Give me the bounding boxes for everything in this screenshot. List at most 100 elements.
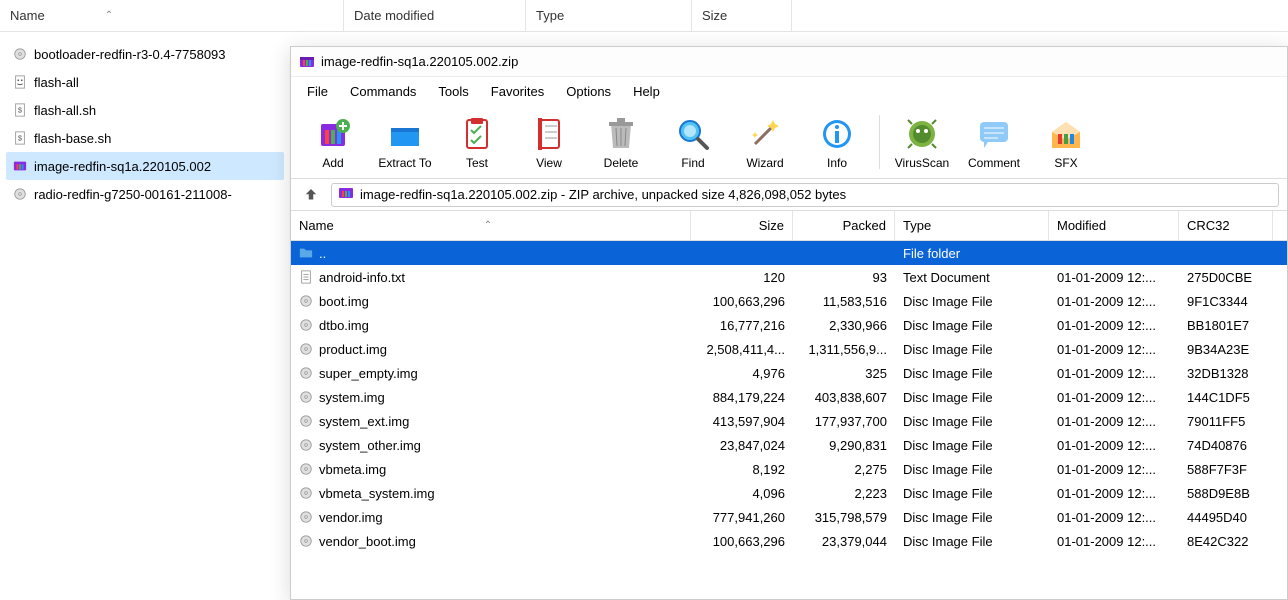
file-crc: BB1801E7 [1179,318,1273,333]
disc-icon [299,318,313,332]
view-icon [529,114,569,154]
column-name[interactable]: Name ⌃ [0,0,344,31]
file-modified: 01-01-2009 12:... [1049,294,1179,309]
file-packed: 2,275 [793,462,895,477]
file-crc: 44495D40 [1179,510,1273,525]
disc-icon [299,486,313,500]
list-row[interactable]: super_empty.img4,976325Disc Image File01… [291,361,1287,385]
titlebar[interactable]: image-redfin-sq1a.220105.002.zip [291,47,1287,77]
winrar-icon [299,54,315,70]
menu-options[interactable]: Options [556,81,621,102]
file-packed: 1,311,556,9... [793,342,895,357]
menu-favorites[interactable]: Favorites [481,81,554,102]
toolbar-separator [879,115,880,169]
sh-icon: $ [12,130,28,146]
info-button[interactable]: Info [801,107,873,177]
explorer-file-row[interactable]: bootloader-redfin-r3-0.4-7758093 [6,40,284,68]
column-date[interactable]: Date modified [344,0,526,31]
path-field[interactable]: image-redfin-sq1a.220105.002.zip - ZIP a… [331,183,1279,207]
info-icon [817,114,857,154]
list-row[interactable]: boot.img100,663,29611,583,516Disc Image … [291,289,1287,313]
file-modified: 01-01-2009 12:... [1049,414,1179,429]
disc-icon [299,294,313,308]
menu-commands[interactable]: Commands [340,81,426,102]
column-size[interactable]: Size [692,0,792,31]
list-row[interactable]: dtbo.img16,777,2162,330,966Disc Image Fi… [291,313,1287,337]
file-type: Disc Image File [895,294,1049,309]
file-packed: 2,330,966 [793,318,895,333]
list-row[interactable]: vbmeta_system.img4,0962,223Disc Image Fi… [291,481,1287,505]
list-row[interactable]: system_other.img23,847,0249,290,831Disc … [291,433,1287,457]
tool-label: Test [466,156,488,170]
col-name[interactable]: Name⌃ [291,211,691,240]
disc-icon [299,462,313,476]
test-button[interactable]: Test [441,107,513,177]
file-name: .. [319,246,326,261]
file-packed: 315,798,579 [793,510,895,525]
file-modified: 01-01-2009 12:... [1049,510,1179,525]
extract-icon [385,114,425,154]
pathbar: image-redfin-sq1a.220105.002.zip - ZIP a… [291,179,1287,211]
tool-label: SFX [1054,156,1077,170]
list-row[interactable]: ..File folder [291,241,1287,265]
explorer-file-row[interactable]: flash-all [6,68,284,96]
file-name: vbmeta.img [319,462,386,477]
file-size: 23,847,024 [691,438,793,453]
file-type: Disc Image File [895,366,1049,381]
menu-file[interactable]: File [297,81,338,102]
list-row[interactable]: vbmeta.img8,1922,275Disc Image File01-01… [291,457,1287,481]
list-row[interactable]: vendor_boot.img100,663,29623,379,044Disc… [291,529,1287,553]
file-packed: 9,290,831 [793,438,895,453]
file-type: Disc Image File [895,390,1049,405]
file-modified: 01-01-2009 12:... [1049,534,1179,549]
explorer-file-row[interactable]: image-redfin-sq1a.220105.002 [6,152,284,180]
tool-label: Extract To [378,156,431,170]
column-type[interactable]: Type [526,0,692,31]
bat-icon [12,74,28,90]
virusscan-button[interactable]: VirusScan [886,107,958,177]
find-button[interactable]: Find [657,107,729,177]
file-name: system_ext.img [319,414,409,429]
col-modified[interactable]: Modified [1049,211,1179,240]
list-row[interactable]: product.img2,508,411,4...1,311,556,9...D… [291,337,1287,361]
add-button[interactable]: Add [297,107,369,177]
folder-icon [299,246,313,260]
up-button[interactable] [299,183,323,207]
txt-icon [299,270,313,284]
sort-caret-icon: ⌃ [484,220,492,231]
file-name: vendor_boot.img [319,534,416,549]
file-crc: 144C1DF5 [1179,390,1273,405]
file-name: product.img [319,342,387,357]
file-packed: 11,583,516 [793,294,895,309]
file-name: super_empty.img [319,366,418,381]
col-packed[interactable]: Packed [793,211,895,240]
disc-icon [299,438,313,452]
tool-label: Delete [604,156,639,170]
explorer-file-row[interactable]: $flash-base.sh [6,124,284,152]
list-row[interactable]: vendor.img777,941,260315,798,579Disc Ima… [291,505,1287,529]
col-size[interactable]: Size [691,211,793,240]
file-crc: 79011FF5 [1179,414,1273,429]
delete-icon [601,114,641,154]
extract-button[interactable]: Extract To [369,107,441,177]
comment-button[interactable]: Comment [958,107,1030,177]
file-crc: 9B34A23E [1179,342,1273,357]
col-type[interactable]: Type [895,211,1049,240]
list-row[interactable]: system_ext.img413,597,904177,937,700Disc… [291,409,1287,433]
file-type: Disc Image File [895,342,1049,357]
menu-help[interactable]: Help [623,81,670,102]
col-crc[interactable]: CRC32 [1179,211,1273,240]
sfx-button[interactable]: SFX [1030,107,1102,177]
file-name: radio-redfin-g7250-00161-211008- [34,187,232,202]
list-row[interactable]: android-info.txt12093Text Document01-01-… [291,265,1287,289]
list-row[interactable]: system.img884,179,224403,838,607Disc Ima… [291,385,1287,409]
wizard-button[interactable]: Wizard [729,107,801,177]
view-button[interactable]: View [513,107,585,177]
delete-button[interactable]: Delete [585,107,657,177]
explorer-column-header: Name ⌃ Date modified Type Size [0,0,1288,32]
file-size: 413,597,904 [691,414,793,429]
menu-tools[interactable]: Tools [428,81,478,102]
explorer-file-row[interactable]: radio-redfin-g7250-00161-211008- [6,180,284,208]
sort-caret-icon: ⌃ [105,10,113,21]
explorer-file-row[interactable]: $flash-all.sh [6,96,284,124]
